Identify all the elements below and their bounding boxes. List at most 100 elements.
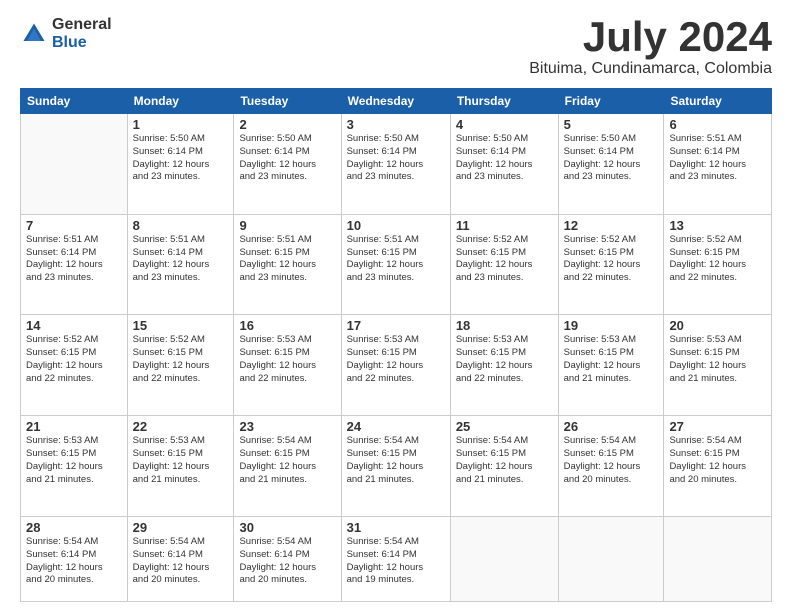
day-number: 27 xyxy=(669,419,766,434)
day-info: Sunrise: 5:52 AM Sunset: 6:15 PM Dayligh… xyxy=(133,334,229,385)
table-row: 9Sunrise: 5:51 AM Sunset: 6:15 PM Daylig… xyxy=(234,214,341,315)
header-sunday: Sunday xyxy=(21,89,128,114)
calendar-week-row: 21Sunrise: 5:53 AM Sunset: 6:15 PM Dayli… xyxy=(21,416,772,517)
table-row: 25Sunrise: 5:54 AM Sunset: 6:15 PM Dayli… xyxy=(450,416,558,517)
day-info: Sunrise: 5:54 AM Sunset: 6:14 PM Dayligh… xyxy=(26,536,122,587)
table-row: 4Sunrise: 5:50 AM Sunset: 6:14 PM Daylig… xyxy=(450,114,558,215)
day-info: Sunrise: 5:53 AM Sunset: 6:15 PM Dayligh… xyxy=(26,435,122,486)
table-row: 16Sunrise: 5:53 AM Sunset: 6:15 PM Dayli… xyxy=(234,315,341,416)
day-number: 26 xyxy=(564,419,659,434)
day-number: 23 xyxy=(239,419,335,434)
day-info: Sunrise: 5:53 AM Sunset: 6:15 PM Dayligh… xyxy=(456,334,553,385)
table-row: 28Sunrise: 5:54 AM Sunset: 6:14 PM Dayli… xyxy=(21,516,128,601)
day-info: Sunrise: 5:51 AM Sunset: 6:15 PM Dayligh… xyxy=(347,234,445,285)
header-friday: Friday xyxy=(558,89,664,114)
table-row xyxy=(664,516,772,601)
table-row: 24Sunrise: 5:54 AM Sunset: 6:15 PM Dayli… xyxy=(341,416,450,517)
day-number: 7 xyxy=(26,218,122,233)
table-row: 14Sunrise: 5:52 AM Sunset: 6:15 PM Dayli… xyxy=(21,315,128,416)
calendar-table: Sunday Monday Tuesday Wednesday Thursday… xyxy=(20,88,772,602)
calendar-week-row: 1 Sunrise: 5:50 AM Sunset: 6:14 PM Daylig… xyxy=(21,114,772,215)
table-row: 6Sunrise: 5:51 AM Sunset: 6:14 PM Daylig… xyxy=(664,114,772,215)
day-info: Sunrise: 5:54 AM Sunset: 6:15 PM Dayligh… xyxy=(669,435,766,486)
day-number: 20 xyxy=(669,318,766,333)
day-info: Sunrise: 5:52 AM Sunset: 6:15 PM Dayligh… xyxy=(564,234,659,285)
day-number: 21 xyxy=(26,419,122,434)
table-row: 8Sunrise: 5:51 AM Sunset: 6:14 PM Daylig… xyxy=(127,214,234,315)
table-row: 7Sunrise: 5:51 AM Sunset: 6:14 PM Daylig… xyxy=(21,214,128,315)
day-number: 10 xyxy=(347,218,445,233)
day-number: 16 xyxy=(239,318,335,333)
table-row: 13Sunrise: 5:52 AM Sunset: 6:15 PM Dayli… xyxy=(664,214,772,315)
day-info: Sunrise: 5:50 AM Sunset: 6:14 PM Dayligh… xyxy=(347,133,445,184)
day-info: Sunrise: 5:53 AM Sunset: 6:15 PM Dayligh… xyxy=(239,334,335,385)
day-info: Sunrise: 5:52 AM Sunset: 6:15 PM Dayligh… xyxy=(456,234,553,285)
day-number: 25 xyxy=(456,419,553,434)
header-tuesday: Tuesday xyxy=(234,89,341,114)
calendar-week-row: 14Sunrise: 5:52 AM Sunset: 6:15 PM Dayli… xyxy=(21,315,772,416)
header-wednesday: Wednesday xyxy=(341,89,450,114)
day-number: 5 xyxy=(564,117,659,132)
calendar-week-row: 28Sunrise: 5:54 AM Sunset: 6:14 PM Dayli… xyxy=(21,516,772,601)
day-info: Sunrise: 5:50 AM Sunset: 6:14 PM Dayligh… xyxy=(456,133,553,184)
day-number: 30 xyxy=(239,520,335,535)
table-row xyxy=(21,114,128,215)
day-number: 29 xyxy=(133,520,229,535)
table-row xyxy=(558,516,664,601)
header: General Blue July 2024 Bituima, Cundinam… xyxy=(20,16,772,78)
day-number: 9 xyxy=(239,218,335,233)
logo-icon xyxy=(20,20,48,48)
table-row: 1Sunrise: 5:50 AM Sunset: 6:14 PM Daylig… xyxy=(127,114,234,215)
title-block: July 2024 Bituima, Cundinamarca, Colombi… xyxy=(529,16,772,78)
day-number: 19 xyxy=(564,318,659,333)
day-number: 11 xyxy=(456,218,553,233)
day-info: Sunrise: 5:52 AM Sunset: 6:15 PM Dayligh… xyxy=(26,334,122,385)
day-number: 14 xyxy=(26,318,122,333)
day-number: 13 xyxy=(669,218,766,233)
calendar-page: General Blue July 2024 Bituima, Cundinam… xyxy=(0,0,792,612)
day-info: Sunrise: 5:53 AM Sunset: 6:15 PM Dayligh… xyxy=(669,334,766,385)
day-number: 17 xyxy=(347,318,445,333)
table-row: 22Sunrise: 5:53 AM Sunset: 6:15 PM Dayli… xyxy=(127,416,234,517)
logo-general-label: General xyxy=(52,16,112,34)
day-info: Sunrise: 5:52 AM Sunset: 6:15 PM Dayligh… xyxy=(669,234,766,285)
day-number: 8 xyxy=(133,218,229,233)
day-info: Sunrise: 5:54 AM Sunset: 6:14 PM Dayligh… xyxy=(347,536,445,587)
day-info: Sunrise: 5:51 AM Sunset: 6:14 PM Dayligh… xyxy=(133,234,229,285)
table-row: 30Sunrise: 5:54 AM Sunset: 6:14 PM Dayli… xyxy=(234,516,341,601)
table-row: 27Sunrise: 5:54 AM Sunset: 6:15 PM Dayli… xyxy=(664,416,772,517)
header-saturday: Saturday xyxy=(664,89,772,114)
table-row: 5Sunrise: 5:50 AM Sunset: 6:14 PM Daylig… xyxy=(558,114,664,215)
day-number: 22 xyxy=(133,419,229,434)
table-row: 23Sunrise: 5:54 AM Sunset: 6:15 PM Dayli… xyxy=(234,416,341,517)
day-info: Sunrise: 5:54 AM Sunset: 6:15 PM Dayligh… xyxy=(347,435,445,486)
day-number: 2 xyxy=(239,117,335,132)
logo-blue-label: Blue xyxy=(52,34,112,52)
calendar-header-row: Sunday Monday Tuesday Wednesday Thursday… xyxy=(21,89,772,114)
day-number: 6 xyxy=(669,117,766,132)
table-row: 18Sunrise: 5:53 AM Sunset: 6:15 PM Dayli… xyxy=(450,315,558,416)
table-row: 29Sunrise: 5:54 AM Sunset: 6:14 PM Dayli… xyxy=(127,516,234,601)
day-number: 28 xyxy=(26,520,122,535)
logo-text: General Blue xyxy=(52,16,112,51)
day-info: Sunrise: 5:53 AM Sunset: 6:15 PM Dayligh… xyxy=(133,435,229,486)
table-row: 2Sunrise: 5:50 AM Sunset: 6:14 PM Daylig… xyxy=(234,114,341,215)
day-number: 18 xyxy=(456,318,553,333)
day-number: 1 xyxy=(133,117,229,132)
header-monday: Monday xyxy=(127,89,234,114)
day-number: 12 xyxy=(564,218,659,233)
day-info: Sunrise: 5:51 AM Sunset: 6:14 PM Dayligh… xyxy=(26,234,122,285)
table-row: 31Sunrise: 5:54 AM Sunset: 6:14 PM Dayli… xyxy=(341,516,450,601)
calendar-week-row: 7Sunrise: 5:51 AM Sunset: 6:14 PM Daylig… xyxy=(21,214,772,315)
day-info: Sunrise: 5:53 AM Sunset: 6:15 PM Dayligh… xyxy=(347,334,445,385)
location-label: Bituima, Cundinamarca, Colombia xyxy=(529,60,772,78)
day-info: Sunrise: 5:54 AM Sunset: 6:14 PM Dayligh… xyxy=(133,536,229,587)
table-row: 21Sunrise: 5:53 AM Sunset: 6:15 PM Dayli… xyxy=(21,416,128,517)
table-row: 3Sunrise: 5:50 AM Sunset: 6:14 PM Daylig… xyxy=(341,114,450,215)
table-row xyxy=(450,516,558,601)
table-row: 20Sunrise: 5:53 AM Sunset: 6:15 PM Dayli… xyxy=(664,315,772,416)
table-row: 10Sunrise: 5:51 AM Sunset: 6:15 PM Dayli… xyxy=(341,214,450,315)
day-info: Sunrise: 5:51 AM Sunset: 6:14 PM Dayligh… xyxy=(669,133,766,184)
table-row: 19Sunrise: 5:53 AM Sunset: 6:15 PM Dayli… xyxy=(558,315,664,416)
day-number: 4 xyxy=(456,117,553,132)
